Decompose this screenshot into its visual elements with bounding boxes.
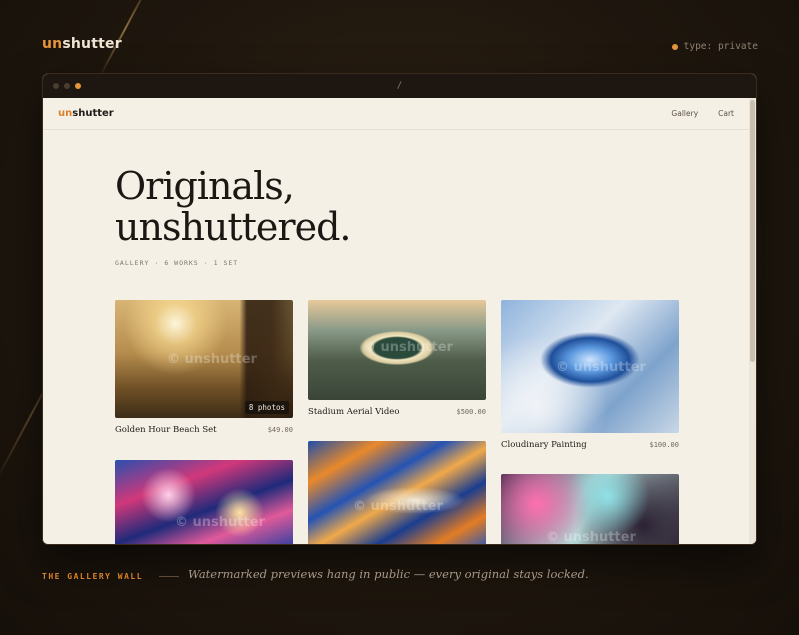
site-logo[interactable]: unshutter [58,108,114,119]
hero-title: Originals, unshuttered. [115,164,351,249]
hero-line-2: unshuttered. [115,205,351,249]
photo-count-badge: 8 photos [244,401,289,414]
section-label: THE GALLERY WALL [42,572,144,581]
artwork-thumbnail[interactable]: © unshutter [501,474,679,545]
card-price: $49.00 [267,426,293,434]
watermark: © unshutter [175,515,265,530]
card-title: Golden Hour Beach Set [115,425,217,435]
gallery-card[interactable]: © unshutter 8 photos Golden Hour Beach S… [115,300,293,435]
type-tag-text: type: private [683,41,758,52]
browser-titlebar: / [43,74,756,98]
card-price: $500.00 [456,408,486,416]
gallery-card[interactable]: © unshutter [501,474,679,545]
scrollbar-thumb[interactable] [750,100,755,362]
hero-line-1: Originals, [115,164,295,208]
address-bar[interactable]: / [43,74,756,98]
section-description: Watermarked previews hang in public — ev… [188,567,589,581]
gallery-card[interactable]: © unshutter Cloudinary Painting $100.00 [501,300,679,450]
artwork-thumbnail[interactable]: © unshutter [308,441,486,544]
meta-separator: · [203,259,209,267]
gallery-meta: GALLERY · 6 WORKS · 1 SET [115,259,238,267]
watermark: © unshutter [353,499,443,514]
nav-link-gallery[interactable]: Gallery [671,109,698,118]
meta-separator: · [154,259,160,267]
artwork-thumbnail[interactable]: © unshutter [501,300,679,433]
type-tag: type: private [671,41,758,52]
watermark: © unshutter [546,530,636,545]
meta-set-count: 1 SET [213,259,239,267]
card-caption: Stadium Aerial Video $500.00 [308,407,486,417]
site-nav: Gallery Cart [671,109,734,118]
artwork-thumbnail[interactable]: © unshutter [115,460,293,544]
brand-logo: unshutter [42,36,122,52]
meta-works-count: 6 WORKS [164,259,199,267]
card-caption: Golden Hour Beach Set $49.00 [115,425,293,435]
watermark: © unshutter [363,340,453,355]
page-viewport: unshutter Gallery Cart Originals, unshut… [43,98,756,545]
card-price: $100.00 [649,441,679,449]
divider [159,576,179,577]
artwork-thumbnail[interactable]: © unshutter [308,300,486,400]
gallery-card[interactable]: © unshutter [115,460,293,544]
status-dot-icon [671,43,678,50]
watermark: © unshutter [556,360,646,375]
watermark: © unshutter [167,352,257,367]
meta-gallery: GALLERY [115,259,150,267]
site-header: unshutter Gallery Cart [43,98,756,130]
browser-window: / unshutter Gallery Cart Originals, unsh… [42,73,757,545]
scrollbar[interactable] [749,98,756,544]
card-title: Cloudinary Painting [501,440,587,450]
card-title: Stadium Aerial Video [308,407,400,417]
card-caption: Cloudinary Painting $100.00 [501,440,679,450]
gallery-card[interactable]: © unshutter Stadium Aerial Video $500.00 [308,300,486,417]
gallery-card[interactable]: © unshutter [308,441,486,544]
artwork-thumbnail[interactable]: © unshutter 8 photos [115,300,293,418]
nav-link-cart[interactable]: Cart [718,109,734,118]
